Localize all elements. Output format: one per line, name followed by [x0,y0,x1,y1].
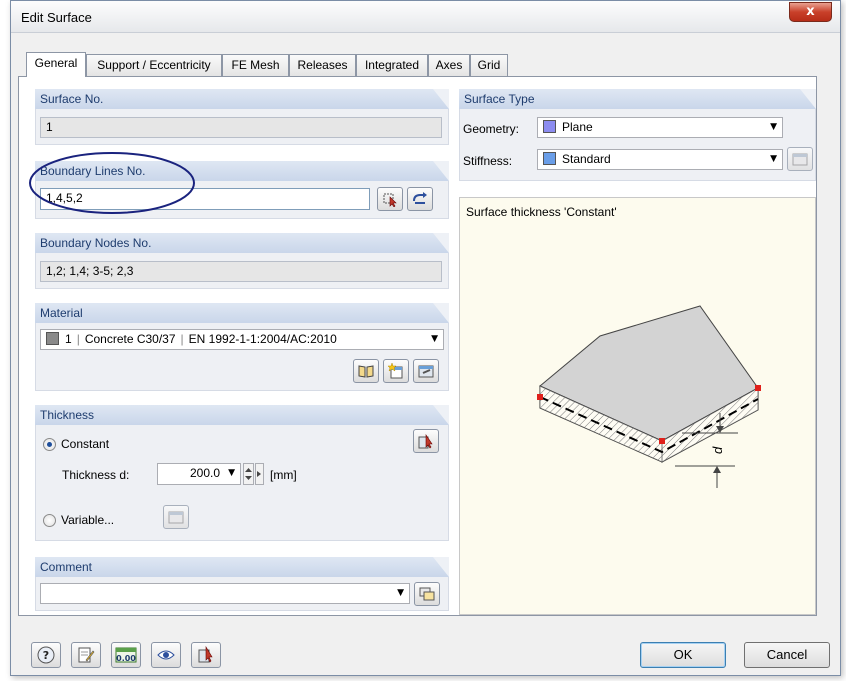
edit-comment-button[interactable] [71,642,101,668]
arrow-right-icon [257,471,261,477]
boundary-nodes-header: Boundary Nodes No. [35,233,449,253]
stacked-windows-icon [419,587,435,601]
pick-from-model-button[interactable] [191,642,221,668]
material-swatch [46,332,59,345]
thickness-extend-button[interactable] [255,463,264,485]
pick-cursor-icon [418,434,433,449]
svg-text:0.00: 0.00 [116,654,136,663]
material-standard: EN 1992-1-1:2004/AC:2010 [188,332,337,346]
surface-no-field: 1 [40,117,442,138]
view-button[interactable] [151,642,181,668]
stiffness-value: Standard [562,152,611,166]
general-tab-panel: Surface No. 1 Boundary Lines No. 1,4,5,2… [18,76,817,616]
help-icon: ? [37,646,55,664]
edit-dialog-icon [168,511,184,524]
geometry-swatch [543,120,556,133]
thickness-value-input[interactable]: 200.0 ▼ [157,463,241,485]
variable-label: Variable... [61,513,115,527]
stiffness-edit-button[interactable] [787,147,813,171]
variable-radio[interactable] [43,514,56,527]
chevron-down-icon: ▼ [397,588,404,598]
stiffness-swatch [543,152,556,165]
tab-general[interactable]: General [26,52,86,77]
geometry-label: Geometry: [463,122,520,136]
tab-support-eccentricity[interactable]: Support / Eccentricity [86,54,222,76]
close-button[interactable]: x [789,2,832,22]
boundary-nodes-group: Boundary Nodes No. 1,2; 1,4; 3-5; 2,3 [35,233,449,289]
ok-button[interactable]: OK [640,642,726,668]
thickness-value: 200.0 [189,466,220,480]
stiffness-label: Stiffness: [463,154,513,168]
variable-edit-button[interactable] [163,505,189,529]
surface-no-group: Surface No. 1 [35,89,449,145]
tab-grid[interactable]: Grid [470,54,508,76]
chevron-down-icon: ▼ [770,122,777,132]
constant-label: Constant [61,437,110,451]
new-item-icon [388,363,403,379]
tab-integrated[interactable]: Integrated [356,54,428,76]
constant-radio[interactable] [43,438,56,451]
slab-illustration: d [537,305,761,488]
tab-fe-mesh[interactable]: FE Mesh [222,54,289,76]
thickness-preview: Surface thickness 'Constant' d [459,197,816,615]
boundary-nodes-field: 1,2; 1,4; 3-5; 2,3 [40,261,442,282]
comment-header: Comment [35,557,449,577]
material-library-button[interactable] [353,359,379,383]
numeric-format-icon: 0.00 [115,647,137,663]
pick-cursor-icon [198,646,213,663]
edit-material-button[interactable] [413,359,439,383]
comment-group: Comment ▼ [35,557,449,611]
edit-dialog-icon [418,365,434,378]
cancel-button[interactable]: Cancel [744,642,830,668]
thickness-group: Thickness Constant Thickness d: 200.0 ▼ … [35,405,449,541]
thickness-header: Thickness [35,405,449,425]
chevron-down-icon: ▼ [431,334,438,344]
material-group: Material 1 | Concrete C30/37 | EN 1992-1-1:2… [35,303,449,391]
edit-dialog-icon [792,153,808,166]
title-bar: Edit Surface x [11,1,840,33]
thickness-spinner[interactable] [243,463,254,485]
thickness-d-label: Thickness d: [62,468,130,482]
new-material-button[interactable] [383,359,409,383]
pick-lines-button[interactable] [377,187,403,211]
spinner-arrows-icon [245,468,252,480]
stiffness-select[interactable]: Standard ▼ [537,149,783,170]
thickness-pick-button[interactable] [413,429,439,453]
dimension-d-label: d [710,446,725,454]
material-name: Concrete C30/37 [84,332,176,346]
chevron-down-icon: ▼ [228,468,235,478]
material-number: 1 [65,332,72,346]
loop-arrow-icon [413,192,427,204]
svg-text:?: ? [43,649,49,662]
highlight-ellipse [29,152,195,214]
reverse-direction-button[interactable] [407,187,433,211]
geometry-value: Plane [562,120,593,134]
pick-cursor-icon [383,193,397,207]
thickness-unit: [mm] [270,468,297,482]
comment-library-button[interactable] [414,582,440,606]
chevron-down-icon: ▼ [770,154,777,164]
surface-type-header: Surface Type [459,89,816,109]
help-button[interactable]: ? [31,642,61,668]
notepad-pencil-icon [78,647,95,663]
surface-type-group: Surface Type Geometry: Plane ▼ Stiffness… [459,89,816,181]
tab-releases[interactable]: Releases [289,54,356,76]
material-select[interactable]: 1 | Concrete C30/37 | EN 1992-1-1:2004/AC:20… [40,329,444,350]
eye-icon [157,650,175,660]
tab-axes[interactable]: Axes [428,54,470,76]
surface-no-header: Surface No. [35,89,449,109]
book-icon [358,365,374,378]
geometry-select[interactable]: Plane ▼ [537,117,783,138]
close-icon: x [806,4,815,19]
dialog-title: Edit Surface [21,10,92,25]
material-header: Material [35,303,449,323]
comment-input[interactable]: ▼ [40,583,410,604]
units-button[interactable]: 0.00 [111,642,141,668]
